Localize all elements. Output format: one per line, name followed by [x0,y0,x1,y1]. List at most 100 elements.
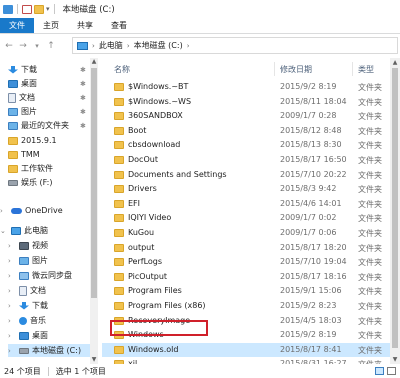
pin-icon[interactable]: ✱ [80,66,86,74]
nav-item-downloads-pc[interactable]: › 下载 [8,299,88,312]
nav-item-pictures-pc[interactable]: › 图片 [8,254,88,267]
chevron-right-icon[interactable]: › [8,242,16,250]
chevron-right-icon[interactable]: › [8,287,16,295]
breadcrumb-this-pc[interactable]: 此电脑 [99,40,123,51]
chevron-right-icon[interactable]: › [8,332,16,340]
chevron-right-icon[interactable]: › [8,347,16,355]
file-row[interactable]: xjl2015/8/31 16:27文件夹 [102,357,390,364]
file-row[interactable]: DocOut 2015/8/17 16:50 文件夹 [102,153,390,167]
file-name: 360SANDBOX [128,111,183,121]
nav-item-work-software[interactable]: 工作软件 [8,162,88,175]
file-row[interactable]: cbsdownload 2015/8/13 8:30 文件夹 [102,138,390,152]
chevron-down-icon[interactable]: ⌄ [0,227,8,235]
large-icons-view-icon[interactable] [387,367,396,375]
nav-item-onedrive[interactable]: › OneDrive [0,204,88,217]
column-header-name[interactable]: 名称 [114,64,130,75]
file-row[interactable]: output 2015/8/17 18:20 文件夹 [102,241,390,255]
file-row[interactable]: PerfLogs 2015/7/10 19:04 文件夹 [102,255,390,269]
desktop-icon [8,79,18,88]
file-row[interactable]: EFI 2015/4/6 14:01 文件夹 [102,197,390,211]
address-bar[interactable]: › 此电脑 › 本地磁盘 (C:) › [72,37,398,54]
tab-share[interactable]: 共享 [68,18,102,33]
file-row[interactable]: PicOutput 2015/8/17 18:16 文件夹 [102,270,390,284]
nav-item-tmm[interactable]: TMM [8,148,88,161]
file-date: 2015/4/5 18:03 [280,315,342,325]
music-icon [19,316,27,325]
recent-locations-icon[interactable]: ▾ [30,39,44,53]
scroll-up-arrow-icon[interactable]: ▲ [390,58,400,67]
file-row[interactable]: 360SANDBOX 2009/1/7 0:28 文件夹 [102,109,390,123]
file-row[interactable]: Program Files 2015/9/1 15:06 文件夹 [102,284,390,298]
tab-home[interactable]: 主页 [34,18,68,33]
nav-item-label: 桌面 [32,331,48,340]
scroll-down-arrow-icon[interactable]: ▼ [390,355,400,364]
file-name: DocOut [128,155,158,164]
tab-view[interactable]: 查看 [102,18,136,33]
pin-icon[interactable]: ✱ [80,94,86,102]
folder-icon [114,185,124,194]
file-row[interactable]: $Windows.~BT 2015/9/2 8:19 文件夹 [102,80,390,94]
breadcrumb-separator: › [186,41,190,50]
explorer-icon [3,4,13,14]
file-row[interactable]: Windows.old 2015/8/17 8:41 文件夹 [102,342,390,357]
scrollbar-thumb[interactable] [91,68,97,298]
file-date: 2009/1/7 0:28 [280,111,337,121]
nav-item-recent-folders[interactable]: 最近的文件夹 ✱ [8,119,88,132]
tab-file[interactable]: 文件 [0,18,34,33]
breadcrumb-current[interactable]: 本地磁盘 (C:) [134,40,183,51]
nav-item-desktop[interactable]: 桌面 ✱ [8,77,88,90]
scrollbar-thumb[interactable] [392,68,398,348]
nav-item-weiyun[interactable]: › 微云同步盘 [8,269,88,282]
properties-icon[interactable] [22,4,32,14]
file-name: PicOutput [128,271,168,281]
nav-item-2015-9-1[interactable]: 2015.9.1 [8,134,88,147]
file-row[interactable]: $Windows.~WS 2015/8/11 18:04 文件夹 [102,95,390,109]
file-type: 文件夹 [358,331,382,341]
nav-item-label: 文档 [19,93,35,102]
chevron-right-icon[interactable]: › [8,257,16,265]
file-row[interactable]: Program Files (x86) 2015/9/2 8:23 文件夹 [102,299,390,313]
file-type: 文件夹 [358,258,382,268]
column-header-date[interactable]: 修改日期 [280,64,312,75]
file-type: 文件夹 [358,316,382,326]
forward-arrow-icon[interactable]: → [16,39,30,53]
file-row[interactable]: Drivers 2015/8/3 9:42 文件夹 [102,182,390,196]
file-list-scrollbar[interactable]: ▲ ▼ [390,58,400,364]
nav-item-drive-f[interactable]: 娱乐 (F:) [8,176,88,189]
selected-count: 选中 1 个项目 [55,366,106,376]
nav-item-label: 2015.9.1 [21,136,57,145]
details-view-icon[interactable] [375,367,384,375]
up-arrow-icon[interactable]: ↑ [44,39,58,53]
scroll-up-arrow-icon[interactable]: ▲ [90,58,98,66]
file-row[interactable]: IQIYI Video 2009/1/7 0:02 文件夹 [102,211,390,225]
file-row[interactable]: Boot 2015/8/12 8:48 文件夹 [102,124,390,138]
nav-item-pictures[interactable]: 图片 ✱ [8,105,88,118]
file-row[interactable]: KuGou 2009/1/7 0:06 文件夹 [102,226,390,240]
nav-item-downloads[interactable]: 下载 ✱ [8,63,88,76]
nav-item-this-pc[interactable]: ⌄ 此电脑 [0,224,88,237]
file-date: 2015/8/17 8:41 [280,344,342,354]
navigation-pane-scrollbar[interactable]: ▲ ▼ [90,58,98,364]
pin-icon[interactable]: ✱ [80,108,86,116]
scroll-down-arrow-icon[interactable]: ▼ [90,356,98,364]
column-divider[interactable] [352,62,353,76]
nav-item-drive-c[interactable]: › 本地磁盘 (C:) [8,344,90,357]
chevron-right-icon[interactable]: › [0,207,8,215]
nav-item-videos[interactable]: › 视频 [8,239,88,252]
nav-item-documents[interactable]: 文档 ✱ [8,91,88,104]
nav-item-documents-pc[interactable]: › 文档 [8,284,88,297]
nav-item-desktop-pc[interactable]: › 桌面 [8,329,88,342]
chevron-right-icon[interactable]: › [8,302,16,310]
file-row[interactable]: Documents and Settings 2015/7/10 20:22 文件夹 [102,168,390,182]
nav-item-music[interactable]: › 音乐 [8,314,88,327]
column-divider[interactable] [274,62,275,76]
back-arrow-icon[interactable]: ← [2,39,16,53]
customize-toolbar-icon[interactable]: ▾ [46,5,50,13]
column-header-type[interactable]: 类型 [358,64,374,75]
pin-icon[interactable]: ✱ [80,80,86,88]
chevron-right-icon[interactable]: › [8,272,16,280]
nav-item-label: 图片 [21,107,37,116]
new-folder-icon[interactable] [34,4,44,14]
chevron-right-icon[interactable]: › [8,317,16,325]
pin-icon[interactable]: ✱ [80,122,86,130]
